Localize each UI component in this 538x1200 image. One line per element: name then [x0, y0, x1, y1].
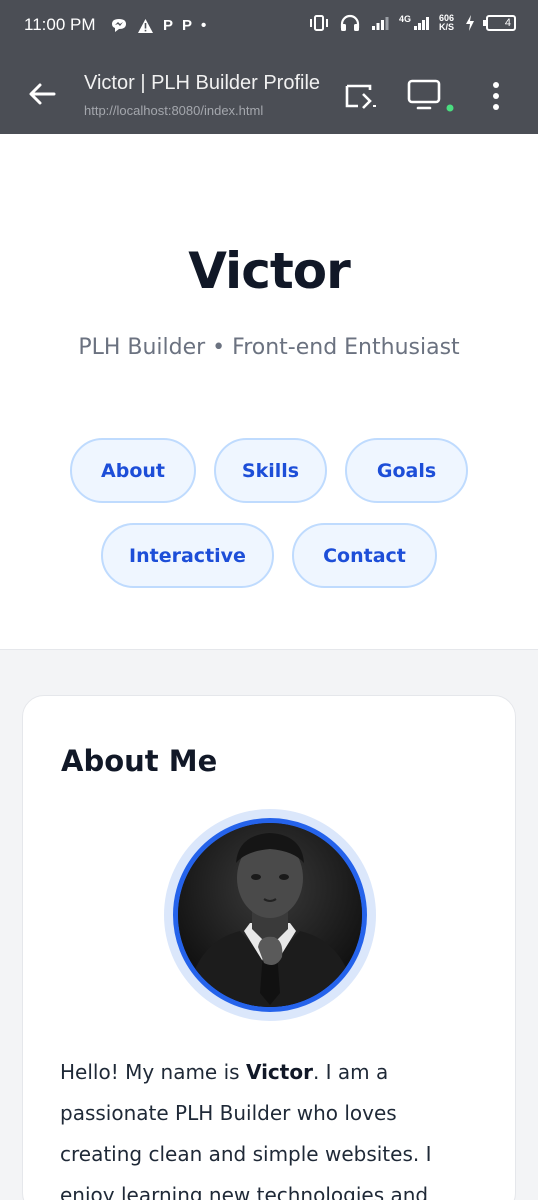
signal-4g-icon: 4G: [399, 15, 429, 31]
battery-level: 4: [504, 17, 511, 29]
avatar: [173, 818, 367, 1012]
profile-name: Victor: [188, 242, 351, 300]
signal-icon: [371, 17, 389, 30]
more-vertical-icon[interactable]: [484, 80, 508, 112]
network-type: 4G: [398, 14, 411, 24]
battery-icon: 4: [483, 15, 516, 31]
about-name-bold: Victor: [245, 1060, 313, 1084]
p-notification-icon: P: [163, 17, 174, 34]
about-card: About Me Hello! My name is Victor. I am …: [22, 695, 516, 1200]
page-url[interactable]: http://localhost:8080/index.html: [84, 103, 263, 118]
about-paragraph: Hello! My name is Victor. I am a passion…: [60, 1052, 480, 1200]
about-text-start: Hello! My name is: [60, 1060, 246, 1084]
status-time: 11:00 PM: [24, 15, 96, 34]
headphones-icon: [340, 14, 360, 31]
page-title: Victor | PLH Builder Profile: [84, 72, 321, 94]
p-notification-icon: P: [182, 17, 193, 34]
status-right: 4G 606 K/S 4: [309, 14, 516, 32]
network-speed: 606 K/S: [439, 14, 454, 32]
status-bar: 11:00 PM P P • 4G 606 K/S 4: [0, 0, 538, 56]
avatar-ring: [164, 809, 376, 1021]
back-arrow-icon[interactable]: [26, 78, 58, 110]
speed-unit: K/S: [438, 22, 454, 32]
charging-icon: [466, 15, 474, 31]
messenger-icon: [112, 19, 126, 32]
nav-interactive-button[interactable]: Interactive: [101, 523, 274, 588]
hero-section: Victor PLH Builder • Front-end Enthusias…: [0, 134, 538, 650]
vibrate-icon: [309, 15, 328, 31]
desktop-site-icon[interactable]: [406, 78, 454, 114]
about-title: About Me: [61, 744, 218, 778]
nav-skills-button[interactable]: Skills: [214, 438, 327, 503]
cast-icon[interactable]: [344, 82, 378, 110]
profile-subtitle: PLH Builder • Front-end Enthusiast: [78, 335, 460, 360]
nav-contact-button[interactable]: Contact: [292, 523, 437, 588]
warning-icon: [138, 19, 153, 33]
notification-icons: P P •: [110, 16, 206, 36]
browser-toolbar: Victor | PLH Builder Profile http://loca…: [0, 56, 538, 134]
nav-goals-button[interactable]: Goals: [345, 438, 468, 503]
nav-about-button[interactable]: About: [70, 438, 196, 503]
more-notifications-dot: •: [201, 17, 207, 34]
